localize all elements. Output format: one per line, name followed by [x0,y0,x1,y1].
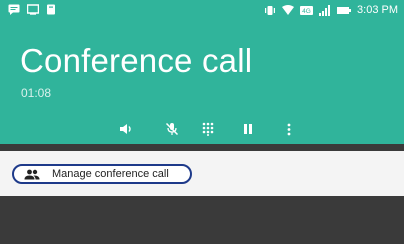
more-vert-icon [287,123,291,136]
speaker-button[interactable] [115,119,137,139]
manage-conference-label: Manage conference call [52,168,169,180]
dialpad-icon [202,122,214,136]
call-header: 4G 3:03 PM Conference call 01:08 [0,0,404,144]
status-bar-right: 4G 3:03 PM [264,4,398,16]
mic-off-icon [165,122,179,136]
more-options-button[interactable] [278,119,300,139]
wifi-icon [282,4,295,16]
4g-icon: 4G [300,5,314,16]
status-time: 3:03 PM [357,4,398,16]
screen-icon [26,4,40,15]
call-controls [0,119,404,139]
vibrate-icon [264,5,276,16]
hold-button[interactable] [237,119,259,139]
call-timer: 01:08 [21,86,52,100]
pause-icon [243,123,253,135]
chat-icon [8,4,20,15]
battery-icon [337,5,352,16]
status-bar-left [8,4,58,15]
status-bar: 4G 3:03 PM [0,0,404,22]
signal-icon [319,4,331,16]
group-icon [24,168,40,180]
manage-conference-area: Manage conference call [0,151,404,196]
call-title: Conference call [20,42,253,79]
lower-background [0,196,404,244]
speaker-icon [119,123,133,135]
notification-icon [46,4,58,15]
network-label: 4G [302,8,311,15]
manage-conference-button[interactable]: Manage conference call [12,164,192,184]
mute-button[interactable] [161,119,183,139]
dialpad-button[interactable] [197,119,219,139]
